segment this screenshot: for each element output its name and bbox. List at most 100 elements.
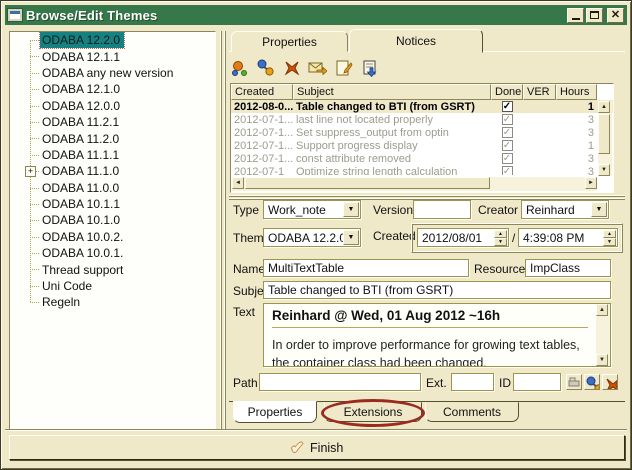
tree-item-label[interactable]: Regeln: [40, 294, 84, 310]
table-row[interactable]: 2012-07-1...const attribute removed✓3: [231, 152, 613, 165]
tree-item-label[interactable]: ODABA 11.1.1: [40, 147, 123, 163]
minimize-button[interactable]: [567, 8, 584, 23]
tree-item-label[interactable]: ODABA 10.1.0: [40, 212, 124, 228]
tree-item[interactable]: ODABA any new version: [10, 65, 215, 81]
tree-item[interactable]: ODABA 11.1.1: [10, 147, 215, 163]
done-checkbox[interactable]: ✓: [502, 114, 513, 125]
tree-item[interactable]: ODABA 10.0.2.: [10, 229, 215, 245]
vertical-scroll-thumb[interactable]: [598, 114, 610, 154]
done-checkbox[interactable]: ✓: [502, 101, 513, 112]
tree-item[interactable]: ODABA 12.0.0: [10, 98, 215, 114]
tab-properties[interactable]: Properties: [231, 31, 348, 52]
close-button[interactable]: ✕: [607, 8, 624, 23]
table-row[interactable]: 2012-07-1Optimize string length calculat…: [231, 165, 613, 175]
tree-item[interactable]: ODABA 10.0.1.: [10, 245, 215, 261]
date-spin-buttons[interactable]: ▲▼: [494, 230, 507, 245]
tab-properties[interactable]: Properties: [233, 401, 317, 423]
creator-combobox[interactable]: Reinhard ▼: [521, 200, 609, 219]
link-note-button[interactable]: [584, 374, 600, 390]
browse-button[interactable]: [566, 374, 582, 390]
tree-item[interactable]: Thread support: [10, 261, 215, 277]
column-header-subject[interactable]: Subject: [293, 84, 491, 100]
text-editor[interactable]: Reinhard @ Wed, 01 Aug 2012 ~16h In orde…: [263, 303, 611, 367]
done-checkbox[interactable]: ✓: [502, 166, 513, 175]
chevron-down-icon[interactable]: ▼: [591, 202, 607, 217]
created-time-spinner[interactable]: 4:39:08 PM ▲▼: [518, 228, 618, 247]
tree-item[interactable]: ODABA 11.2.1: [10, 114, 215, 130]
notices-table[interactable]: CreatedSubjectDoneVERHours 2012-08-0...T…: [230, 83, 614, 193]
tree-item[interactable]: + ODABA 11.1.0: [10, 163, 215, 179]
tree-item[interactable]: ODABA 10.1.0: [10, 212, 215, 228]
delete-icon[interactable]: [281, 58, 302, 79]
table-horizontal-scrollbar[interactable]: ◄ ►: [232, 177, 597, 191]
tree-item[interactable]: ODABA 12.1.1: [10, 48, 215, 64]
path-input[interactable]: [259, 373, 421, 391]
tree-item-label[interactable]: ODABA 12.2.0: [40, 32, 124, 48]
import-note-icon[interactable]: [359, 58, 380, 79]
tree-item-label[interactable]: ODABA 11.0.0: [40, 180, 123, 196]
column-header-ver[interactable]: VER: [523, 84, 556, 100]
created-date-spinner[interactable]: 2012/08/01 ▲▼: [417, 228, 509, 247]
id-input[interactable]: [513, 373, 561, 391]
tab-extensions[interactable]: Extensions: [324, 402, 422, 422]
scroll-down-button[interactable]: ▼: [598, 164, 610, 176]
delete-button[interactable]: [602, 374, 618, 390]
expand-icon[interactable]: +: [25, 166, 36, 177]
scroll-up-button[interactable]: ▲: [598, 101, 610, 113]
scroll-up-button[interactable]: ▲: [596, 304, 608, 316]
done-checkbox[interactable]: ✓: [502, 153, 513, 164]
tree-item-label[interactable]: ODABA 12.1.1: [40, 49, 124, 65]
tree-item-label[interactable]: Uni Code: [40, 278, 96, 294]
column-header-created[interactable]: Created: [231, 84, 293, 100]
tab-notices[interactable]: Notices: [349, 29, 483, 53]
tree-item[interactable]: Uni Code: [10, 278, 215, 294]
tree-item[interactable]: ODABA 10.1.1: [10, 196, 215, 212]
tree-item[interactable]: ODABA 11.0.0: [10, 180, 215, 196]
tree-item-label[interactable]: ODABA 10.0.2.: [40, 229, 127, 245]
done-checkbox[interactable]: ✓: [502, 127, 513, 138]
tree-item-label[interactable]: ODABA 10.0.1.: [40, 245, 127, 261]
subject-input[interactable]: Table changed to BTI (from GSRT): [263, 281, 611, 299]
maximize-button[interactable]: [586, 8, 603, 23]
table-vertical-scrollbar[interactable]: ▲ ▼: [598, 101, 612, 176]
done-checkbox[interactable]: ✓: [502, 140, 513, 151]
table-row[interactable]: 2012-08-0...Table changed to BTI (from G…: [231, 100, 613, 113]
notices-table-body[interactable]: 2012-08-0...Table changed to BTI (from G…: [231, 100, 613, 175]
tree-item-label[interactable]: ODABA 11.2.1: [40, 114, 123, 130]
resource-input[interactable]: ImpClass: [525, 259, 611, 277]
tree-item[interactable]: ODABA 12.1.0: [10, 81, 215, 97]
table-row[interactable]: 2012-07-1...last line not located proper…: [231, 113, 613, 126]
table-row[interactable]: 2012-07-1...Set suppress_output from opt…: [231, 126, 613, 139]
edit-note-icon[interactable]: [333, 58, 354, 79]
names-input[interactable]: MultiTextTable: [263, 259, 469, 277]
scroll-left-button[interactable]: ◄: [232, 177, 244, 189]
tree-item-label[interactable]: ODABA 11.2.0: [40, 131, 123, 147]
link-note-icon[interactable]: [255, 58, 276, 79]
tree-item-label[interactable]: ODABA 11.1.0: [40, 163, 123, 179]
add-note-icon[interactable]: [229, 58, 250, 79]
tab-comments[interactable]: Comments: [425, 402, 519, 422]
theme-tree[interactable]: ODABA 12.2.0ODABA 12.1.1ODABA any new ve…: [9, 31, 216, 431]
version-input[interactable]: [413, 200, 471, 219]
chevron-down-icon[interactable]: ▼: [343, 230, 359, 245]
table-header[interactable]: CreatedSubjectDoneVERHours: [231, 84, 613, 100]
tree-item[interactable]: ODABA 12.2.0: [10, 32, 215, 48]
title-bar[interactable]: Browse/Edit Themes ✕: [5, 5, 627, 25]
tree-item-label[interactable]: ODABA any new version: [40, 65, 177, 81]
column-header-done[interactable]: Done: [491, 84, 523, 100]
scroll-right-button[interactable]: ►: [585, 177, 597, 189]
tree-item-label[interactable]: ODABA 10.1.1: [40, 196, 124, 212]
tree-item-label[interactable]: Thread support: [40, 262, 127, 278]
tree-item-label[interactable]: ODABA 12.1.0: [40, 81, 124, 97]
horizontal-scroll-thumb[interactable]: [245, 177, 490, 189]
type-combobox[interactable]: Work_note ▼: [263, 200, 361, 219]
table-row[interactable]: 2012-07-1...Support progress display✓1: [231, 139, 613, 152]
send-mail-icon[interactable]: [307, 58, 328, 79]
scroll-down-button[interactable]: ▼: [596, 354, 608, 366]
finish-button[interactable]: ✔ Finish: [9, 435, 625, 460]
text-scrollbar[interactable]: ▲ ▼: [596, 304, 610, 366]
chevron-down-icon[interactable]: ▼: [343, 202, 359, 217]
ext-input[interactable]: [451, 373, 494, 391]
vertical-splitter[interactable]: [219, 31, 228, 431]
tree-item-label[interactable]: ODABA 12.0.0: [40, 98, 124, 114]
